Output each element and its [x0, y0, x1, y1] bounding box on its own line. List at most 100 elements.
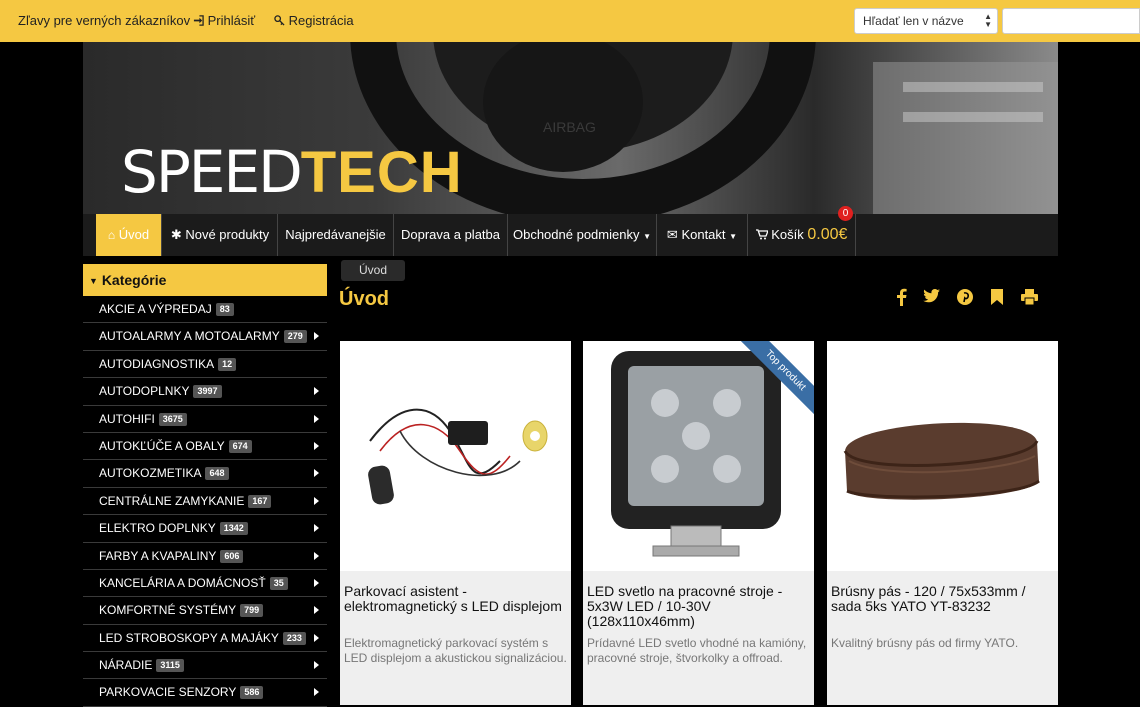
category-label: AUTODOPLNKY — [99, 384, 190, 399]
category-count-badge: 279 — [283, 330, 307, 344]
product-card[interactable]: Parkovací asistent - elektromagnetický s… — [340, 341, 571, 705]
caret-right-icon — [314, 524, 319, 533]
product-name[interactable]: LED svetlo na pracovné stroje - 5x3W LED… — [587, 584, 811, 629]
category-sidebar: ▼ Kategórie AKCIE A VÝPREDAJ 83 AUTOALARMY… — [83, 264, 327, 707]
asterisk-icon: ✱ — [170, 227, 182, 242]
category-count-badge: 167 — [248, 494, 272, 508]
category-item[interactable]: LED STROBOSKOPY A MAJÁKY 233 — [83, 625, 327, 653]
facebook-icon[interactable] — [894, 288, 916, 308]
category-label: PARKOVACIE SENZORY — [99, 685, 237, 700]
category-label: LED STROBOSKOPY A MAJÁKY — [99, 630, 279, 645]
nav-cart[interactable]: Košík 0.00€ — [748, 214, 856, 256]
loyalty-link[interactable]: Zľavy pre verných zákazníkov — [18, 13, 190, 28]
category-count-badge: 3997 — [193, 385, 222, 399]
category-item[interactable]: CENTRÁLNE ZAMYKANIE 167 — [83, 488, 327, 516]
svg-text:AIRBAG: AIRBAG — [543, 119, 596, 135]
category-count-badge: 648 — [205, 467, 229, 481]
caret-down-icon: ▼ — [729, 232, 738, 241]
product-image[interactable]: Top produkt — [583, 341, 814, 571]
category-label: FARBY A KVAPALINY — [99, 548, 217, 563]
header-banner: AIRBAG SPEEDTECH — [83, 42, 1058, 214]
category-item[interactable]: PARKOVACIE SENZORY 586 — [83, 679, 327, 707]
breadcrumb-home: Úvod — [358, 263, 387, 277]
category-item[interactable]: FARBY A KVAPALINY 606 — [83, 543, 327, 570]
caret-right-icon — [314, 469, 319, 478]
print-icon[interactable] — [1020, 288, 1042, 308]
category-count-badge: 1342 — [219, 522, 248, 536]
main-nav: ⌂ Úvod ✱ Nové produkty Najpredávanejšie … — [83, 214, 1058, 256]
category-item[interactable]: AUTOKĽÚČE A OBALY 674 — [83, 433, 327, 461]
category-count-badge: 233 — [282, 631, 306, 645]
caret-down-icon: ▼ — [643, 232, 652, 241]
caret-right-icon — [314, 387, 319, 396]
category-count-badge: 12 — [218, 357, 237, 371]
key-icon — [274, 15, 285, 26]
category-count-badge: 799 — [240, 604, 264, 618]
search-input[interactable] — [1002, 8, 1140, 34]
category-item[interactable]: AKCIE A VÝPREDAJ 83 — [83, 296, 327, 324]
nav-home[interactable]: ⌂ Úvod — [96, 214, 162, 256]
nav-new-label: Nové produkty — [185, 227, 270, 242]
nav-terms[interactable]: Obchodné podmienky ▼ — [508, 214, 657, 256]
pinterest-icon[interactable] — [956, 288, 978, 308]
breadcrumb[interactable]: Úvod — [341, 260, 405, 281]
category-item[interactable]: NÁRADIE 3115 — [83, 652, 327, 680]
login-link[interactable]: Prihlásiť — [193, 13, 255, 28]
category-item[interactable]: AUTOALARMY A MOTOALARMY 279 — [83, 323, 327, 351]
nav-new-products[interactable]: ✱ Nové produkty — [163, 214, 278, 256]
product-name[interactable]: Parkovací asistent - elektromagnetický s… — [344, 584, 568, 614]
category-label: AUTODIAGNOSTIKA — [99, 356, 215, 371]
bookmark-icon[interactable] — [990, 288, 1012, 308]
nav-best-label: Najpredávanejšie — [285, 227, 386, 242]
select-arrows-icon: ▲ ▼ — [984, 12, 992, 29]
cart-icon — [755, 229, 769, 240]
caret-right-icon — [314, 414, 319, 423]
logo-tech: TECH — [300, 140, 463, 205]
cart-count-badge: 0 — [838, 206, 853, 221]
category-item[interactable]: AUTOKOZMETIKA 648 — [83, 460, 327, 488]
product-image[interactable] — [827, 341, 1058, 571]
caret-right-icon — [314, 496, 319, 505]
caret-right-icon — [314, 688, 319, 697]
nav-terms-label: Obchodné podmienky — [512, 227, 640, 242]
sign-in-icon — [193, 15, 204, 26]
category-count-badge: 3675 — [158, 412, 187, 426]
product-card[interactable]: Top produkt LED svetlo na pracovné stroj… — [583, 341, 814, 705]
category-item[interactable]: KOMFORTNÉ SYSTÉMY 799 — [83, 597, 327, 625]
category-count-badge: 35 — [269, 576, 288, 590]
category-item[interactable]: ELEKTRO DOPLNKY 1342 — [83, 515, 327, 543]
search-scope-select[interactable]: Hľadať len v názve ▲ ▼ — [854, 8, 998, 34]
register-link[interactable]: Registrácia — [274, 13, 354, 28]
category-item[interactable]: AUTOHIFI 3675 — [83, 406, 327, 433]
category-label: AUTOHIFI — [99, 411, 155, 426]
cart-price: 0.00€ — [807, 226, 848, 243]
site-logo[interactable]: SPEEDTECH — [121, 140, 463, 205]
caret-right-icon — [314, 332, 319, 341]
category-item[interactable]: KANCELÁRIA A DOMÁCNOSŤ 35 — [83, 570, 327, 598]
caret-right-icon — [314, 633, 319, 642]
twitter-icon[interactable] — [923, 288, 945, 308]
register-label: Registrácia — [288, 13, 354, 28]
category-label: AUTOKĽÚČE A OBALY — [99, 438, 225, 453]
categories-header[interactable]: ▼ Kategórie — [83, 264, 327, 296]
product-description: Prídavné LED svetlo vhodné na kamióny, p… — [587, 636, 807, 665]
search-scope-value: Hľadať len v názve — [863, 14, 964, 28]
product-card[interactable]: Brúsny pás - 120 / 75x533mm / sada 5ks Y… — [827, 341, 1058, 705]
category-count-badge: 83 — [215, 303, 234, 316]
category-label: ELEKTRO DOPLNKY — [99, 521, 216, 536]
product-description: Elektromagnetický parkovací systém s LED… — [344, 636, 567, 665]
logo-speed: SPEED — [121, 138, 303, 206]
caret-down-icon: ▼ — [89, 276, 98, 286]
category-item[interactable]: AUTODIAGNOSTIKA 12 — [83, 351, 327, 379]
product-image[interactable] — [340, 341, 571, 571]
caret-right-icon — [314, 578, 319, 587]
product-name[interactable]: Brúsny pás - 120 / 75x533mm / sada 5ks Y… — [831, 584, 1055, 614]
nav-bestsellers[interactable]: Najpredávanejšie — [278, 214, 394, 256]
page-title: Úvod — [339, 288, 389, 310]
nav-contact[interactable]: ✉ Kontakt ▼ — [657, 214, 748, 256]
nav-shipping[interactable]: Doprava a platba — [394, 214, 508, 256]
category-count-badge: 3115 — [156, 659, 184, 673]
envelope-icon: ✉ — [666, 227, 678, 242]
category-item[interactable]: AUTODOPLNKY 3997 — [83, 378, 327, 406]
category-label: CENTRÁLNE ZAMYKANIE — [99, 493, 245, 508]
